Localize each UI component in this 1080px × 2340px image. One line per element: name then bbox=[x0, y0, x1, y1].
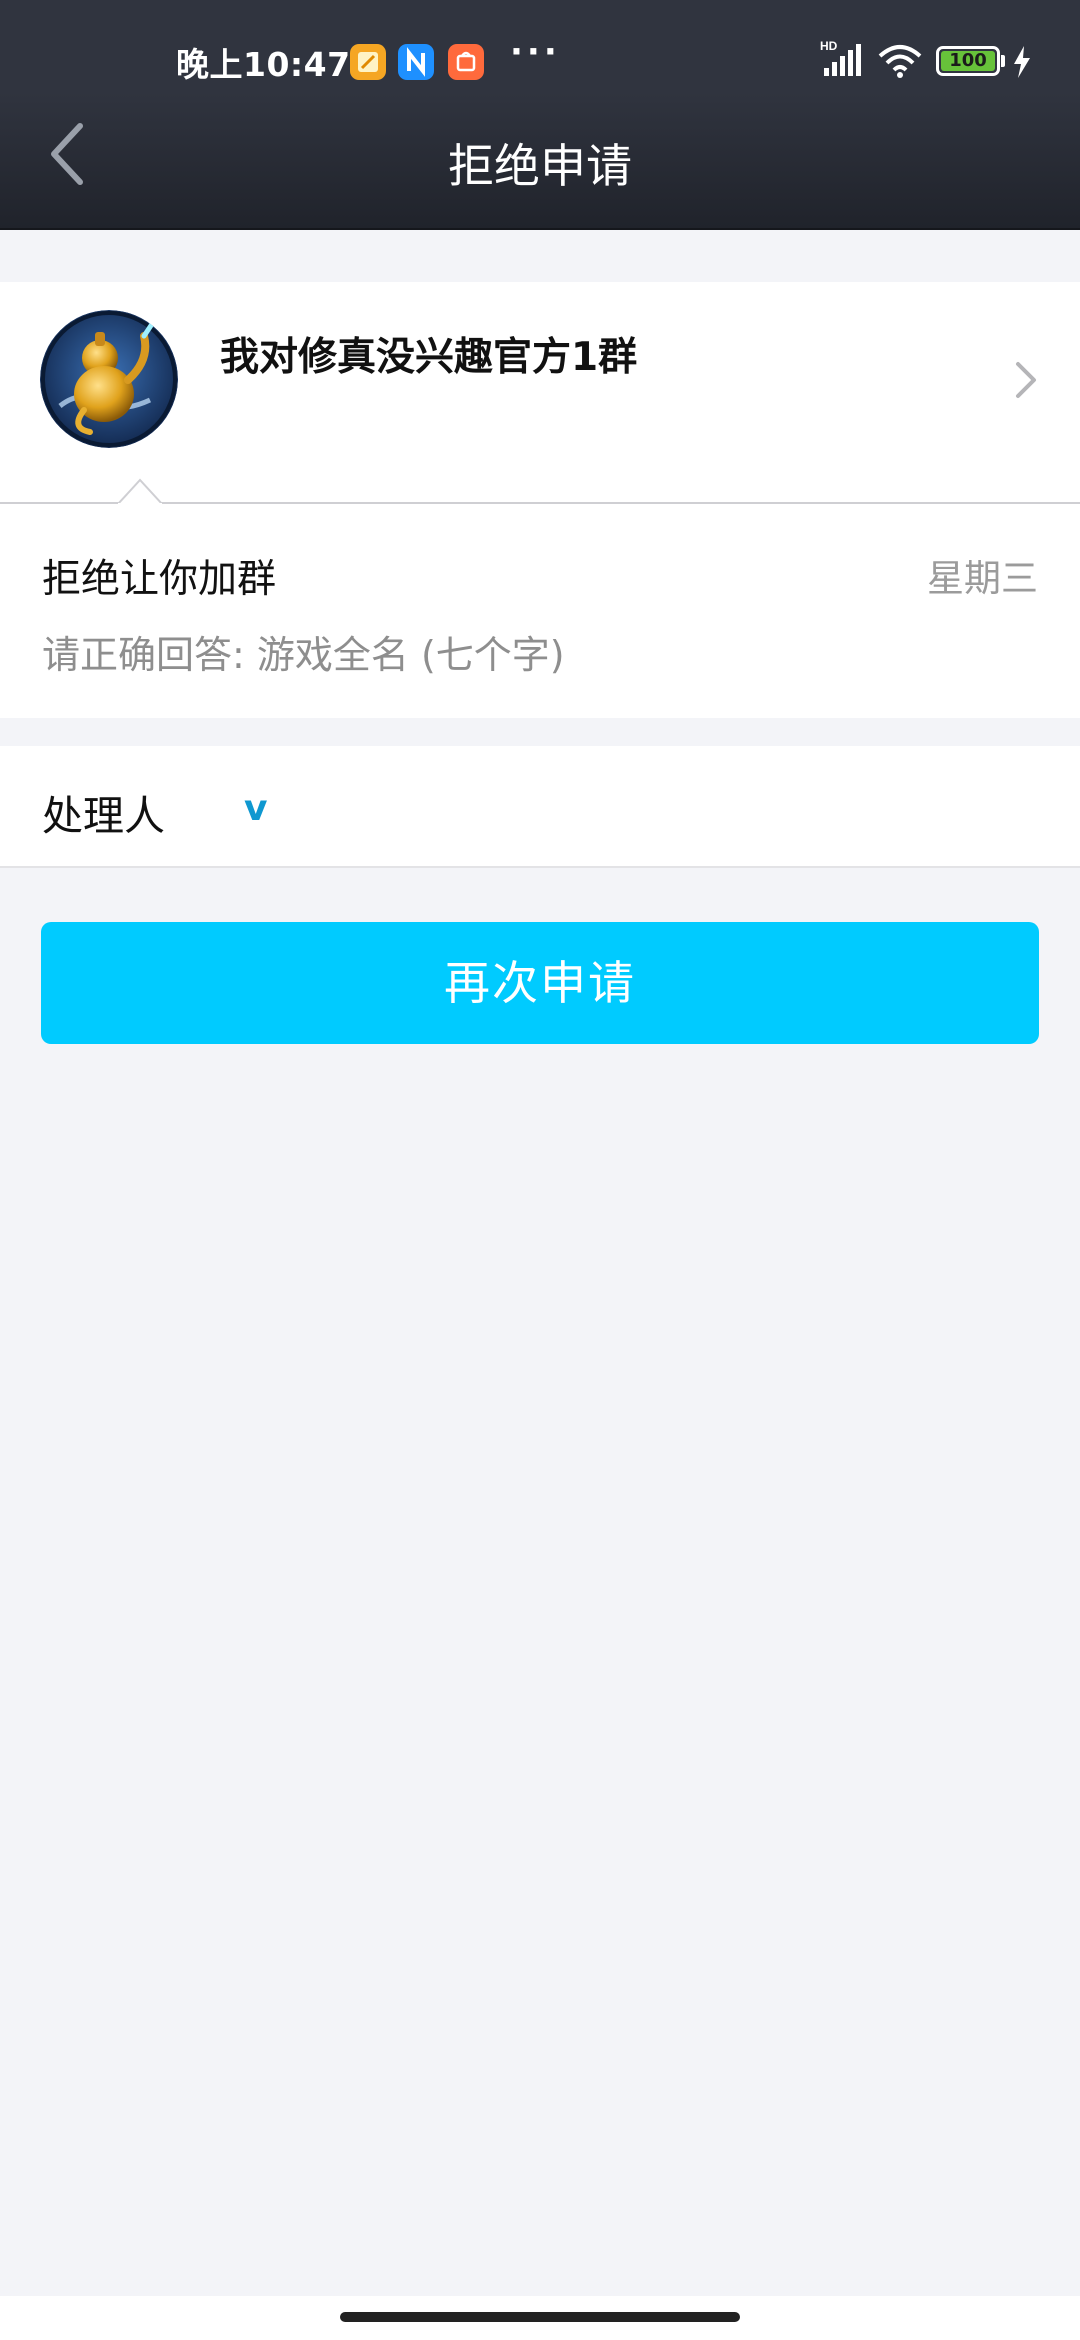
signal-icon: HD bbox=[820, 39, 864, 82]
group-info-card[interactable]: 我对修真没兴趣官方1群 bbox=[0, 282, 1080, 504]
battery-icon: 100 bbox=[936, 46, 1000, 76]
wifi-icon bbox=[878, 44, 922, 82]
n-app-icon bbox=[398, 44, 434, 80]
top-header: 晚上10:47 ··· HD 100 拒绝申请 bbox=[0, 0, 1080, 230]
rejection-title: 拒绝让你加群 bbox=[42, 557, 277, 602]
status-time: 晚上10:47 bbox=[176, 45, 351, 84]
rejection-date: 星期三 bbox=[927, 557, 1038, 600]
reapply-button[interactable]: 再次申请 bbox=[41, 922, 1039, 1044]
handler-row: 处理人 v bbox=[0, 746, 1080, 868]
notch-pointer-icon bbox=[118, 478, 162, 506]
mi-store-icon bbox=[448, 44, 484, 80]
chevron-right-icon bbox=[1016, 362, 1036, 398]
battery-level: 100 bbox=[941, 51, 995, 71]
rejection-message-card: 拒绝让你加群 星期三 请正确回答: 游戏全名 (七个字) bbox=[0, 478, 1080, 718]
network-type-label: HD bbox=[820, 40, 838, 53]
handler-name-link[interactable]: v bbox=[244, 788, 267, 829]
page-title: 拒绝申请 bbox=[448, 139, 632, 193]
notes-app-icon bbox=[350, 44, 386, 80]
divider-line-left bbox=[0, 502, 118, 504]
group-avatar bbox=[40, 310, 178, 448]
charging-icon bbox=[1012, 46, 1032, 82]
group-name: 我对修真没兴趣官方1群 bbox=[220, 335, 638, 380]
battery-nub bbox=[1001, 55, 1005, 67]
more-notifications-icon: ··· bbox=[510, 32, 561, 72]
handler-label: 处理人 bbox=[42, 792, 165, 840]
rejection-question: 请正确回答: 游戏全名 (七个字) bbox=[42, 633, 565, 677]
status-bar: 晚上10:47 ··· HD 100 bbox=[0, 0, 1080, 92]
divider-line-right bbox=[162, 502, 1080, 504]
home-indicator[interactable] bbox=[340, 2312, 740, 2322]
title-bar: 拒绝申请 bbox=[0, 92, 1080, 228]
